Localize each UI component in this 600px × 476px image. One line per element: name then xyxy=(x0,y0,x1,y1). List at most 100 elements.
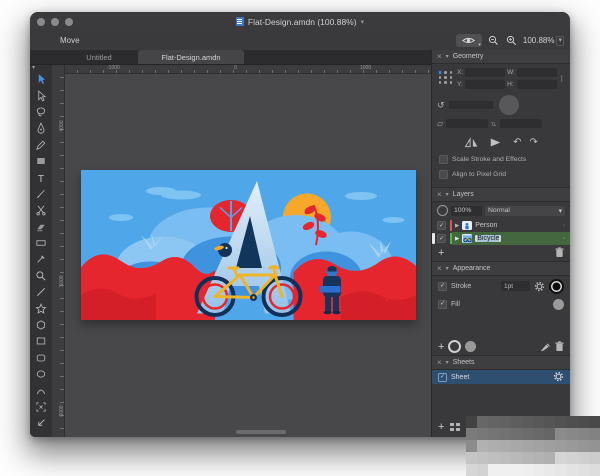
stroke-checkbox[interactable]: ✓ xyxy=(438,282,447,291)
layer-name-edit-field[interactable]: Bicycle xyxy=(475,235,501,242)
tool-eyedropper[interactable] xyxy=(33,251,49,267)
layer-disclosure-icon[interactable]: ▶ xyxy=(455,223,459,229)
scale-stroke-checkbox[interactable] xyxy=(439,155,448,164)
fill-color-swatch[interactable] xyxy=(553,299,564,310)
w-input[interactable] xyxy=(517,68,557,77)
zoom-in-button[interactable] xyxy=(505,34,518,47)
x-input[interactable] xyxy=(465,68,505,77)
new-stroke-swatch-icon[interactable] xyxy=(448,340,461,353)
h-input[interactable] xyxy=(517,80,557,89)
delete-appearance-button[interactable] xyxy=(555,341,564,352)
collapse-icon[interactable]: ▾ xyxy=(446,53,449,60)
cleanup-brush-icon[interactable] xyxy=(540,342,551,352)
rotate-left-button[interactable]: ↶ xyxy=(513,137,521,148)
align-pixel-grid-checkbox-row[interactable]: Align to Pixel Grid xyxy=(437,170,565,179)
add-sheet-button[interactable]: + xyxy=(438,421,444,433)
arc-tool-icon xyxy=(35,385,47,397)
zoom-out-button[interactable] xyxy=(487,34,500,47)
layer-row-bicycle[interactable]: ✓ ▶ Bicycle ▫ xyxy=(432,232,570,245)
collapse-icon[interactable]: ▾ xyxy=(446,265,449,272)
layer-lock-icon[interactable]: ▫ xyxy=(563,223,565,229)
appearance-footer: + xyxy=(432,338,570,355)
sheet-checkbox[interactable]: ✓ xyxy=(438,373,447,382)
skew-horizontal-input[interactable] xyxy=(446,119,488,128)
add-layer-button[interactable]: + xyxy=(438,248,444,258)
canvas[interactable]: ⊹ -1000 0 1000 xyxy=(65,65,431,437)
anchor-point-selector[interactable] xyxy=(437,70,454,85)
tool-line[interactable] xyxy=(33,284,49,300)
fill-checkbox[interactable]: ✓ xyxy=(438,300,447,309)
toolbar: Move ▾ xyxy=(30,31,570,50)
tool-rectangle[interactable] xyxy=(33,333,49,349)
tool-eraser[interactable] xyxy=(33,219,49,235)
sheet-row[interactable]: ✓ Sheet xyxy=(432,370,570,384)
view-options-button[interactable]: ▾ xyxy=(456,34,482,47)
opacity-input[interactable]: 100% xyxy=(451,206,482,216)
close-icon[interactable]: × xyxy=(437,358,442,367)
tool-frame[interactable] xyxy=(33,235,49,251)
tool-polygon[interactable] xyxy=(33,317,49,333)
tool-direct-selection[interactable] xyxy=(33,87,49,103)
tool-zoom[interactable] xyxy=(33,268,49,284)
tool-lasso[interactable] xyxy=(33,104,49,120)
tool-ellipse[interactable] xyxy=(33,366,49,382)
close-icon[interactable]: × xyxy=(437,264,442,273)
layers-section-header[interactable]: × ▾ Layers xyxy=(432,187,570,202)
tool-export[interactable] xyxy=(33,415,49,431)
tool-arc[interactable] xyxy=(33,382,49,398)
stroke-settings-gear-icon[interactable] xyxy=(534,281,545,292)
stroke-color-swatch[interactable] xyxy=(549,279,564,294)
layer-visibility-checkbox[interactable]: ✓ xyxy=(437,234,446,243)
sheet-grid-view-icon[interactable] xyxy=(450,423,460,432)
blend-mode-dropdown[interactable]: Normal ▾ xyxy=(485,206,565,216)
lasso-tool-icon xyxy=(35,106,47,118)
add-appearance-button[interactable]: + xyxy=(438,341,444,353)
tool-text[interactable]: T xyxy=(33,169,49,185)
flip-horizontal-button[interactable] xyxy=(464,137,479,148)
geometry-section-header[interactable]: × ▾ Geometry xyxy=(432,50,570,64)
tool-artboard[interactable] xyxy=(33,399,49,415)
collapse-icon[interactable]: ▾ xyxy=(446,359,449,366)
y-input[interactable] xyxy=(465,80,505,89)
layer-row-person[interactable]: ✓ ▶ Person ▫ xyxy=(432,219,570,232)
layer-visibility-checkbox[interactable]: ✓ xyxy=(437,221,446,230)
align-pixel-grid-checkbox[interactable] xyxy=(439,170,448,179)
link-dimensions-icon[interactable]: ⌉ xyxy=(560,68,565,89)
tool-move[interactable] xyxy=(33,71,49,87)
rounded-rectangle-tool-icon xyxy=(35,352,47,364)
stroke-width-input[interactable]: 1pt xyxy=(501,281,530,291)
close-icon[interactable]: × xyxy=(437,190,442,199)
flip-vertical-button[interactable] xyxy=(489,137,503,148)
appearance-section-header[interactable]: × ▾ Appearance xyxy=(432,261,570,276)
title-caret-icon[interactable]: ▾ xyxy=(361,18,365,26)
tab-untitled[interactable]: Untitled xyxy=(60,50,138,64)
tool-pen[interactable] xyxy=(33,120,49,136)
tool-rounded-rectangle[interactable] xyxy=(33,350,49,366)
close-icon[interactable]: × xyxy=(437,52,442,61)
tool-scissors[interactable] xyxy=(33,202,49,218)
tool-pencil[interactable] xyxy=(33,137,49,153)
tool-star[interactable] xyxy=(33,300,49,316)
tab-flat-design[interactable]: Flat-Design.amdn xyxy=(138,50,244,64)
zoom-level-control[interactable]: 100.88% ▾ xyxy=(523,36,564,46)
scale-stroke-checkbox-row[interactable]: Scale Stroke and Effects xyxy=(437,155,565,164)
tool-fill-shape[interactable] xyxy=(33,153,49,169)
layer-name[interactable]: Person xyxy=(475,222,497,229)
horizontal-scrollbar[interactable] xyxy=(236,430,286,434)
sheets-title: Sheets xyxy=(453,359,475,366)
sheets-section-header[interactable]: × ▾ Sheets xyxy=(432,355,570,370)
zoom-in-icon xyxy=(506,35,517,46)
sheet-settings-gear-icon[interactable] xyxy=(553,371,564,382)
rotation-input[interactable] xyxy=(449,101,493,109)
skew-vertical-input[interactable] xyxy=(500,119,542,128)
collapse-icon[interactable]: ▾ xyxy=(446,191,449,198)
new-fill-swatch-icon[interactable] xyxy=(465,341,476,352)
rotation-dial[interactable] xyxy=(499,95,519,115)
rotate-right-button[interactable]: ↷ xyxy=(530,137,538,148)
star-tool-icon xyxy=(35,303,47,315)
layer-disclosure-icon[interactable]: ▶ xyxy=(455,236,459,242)
tool-knife[interactable] xyxy=(33,186,49,202)
layer-lock-icon[interactable]: ▫ xyxy=(563,236,565,242)
delete-layer-button[interactable] xyxy=(555,247,564,258)
artboard-illustration[interactable] xyxy=(81,170,416,320)
